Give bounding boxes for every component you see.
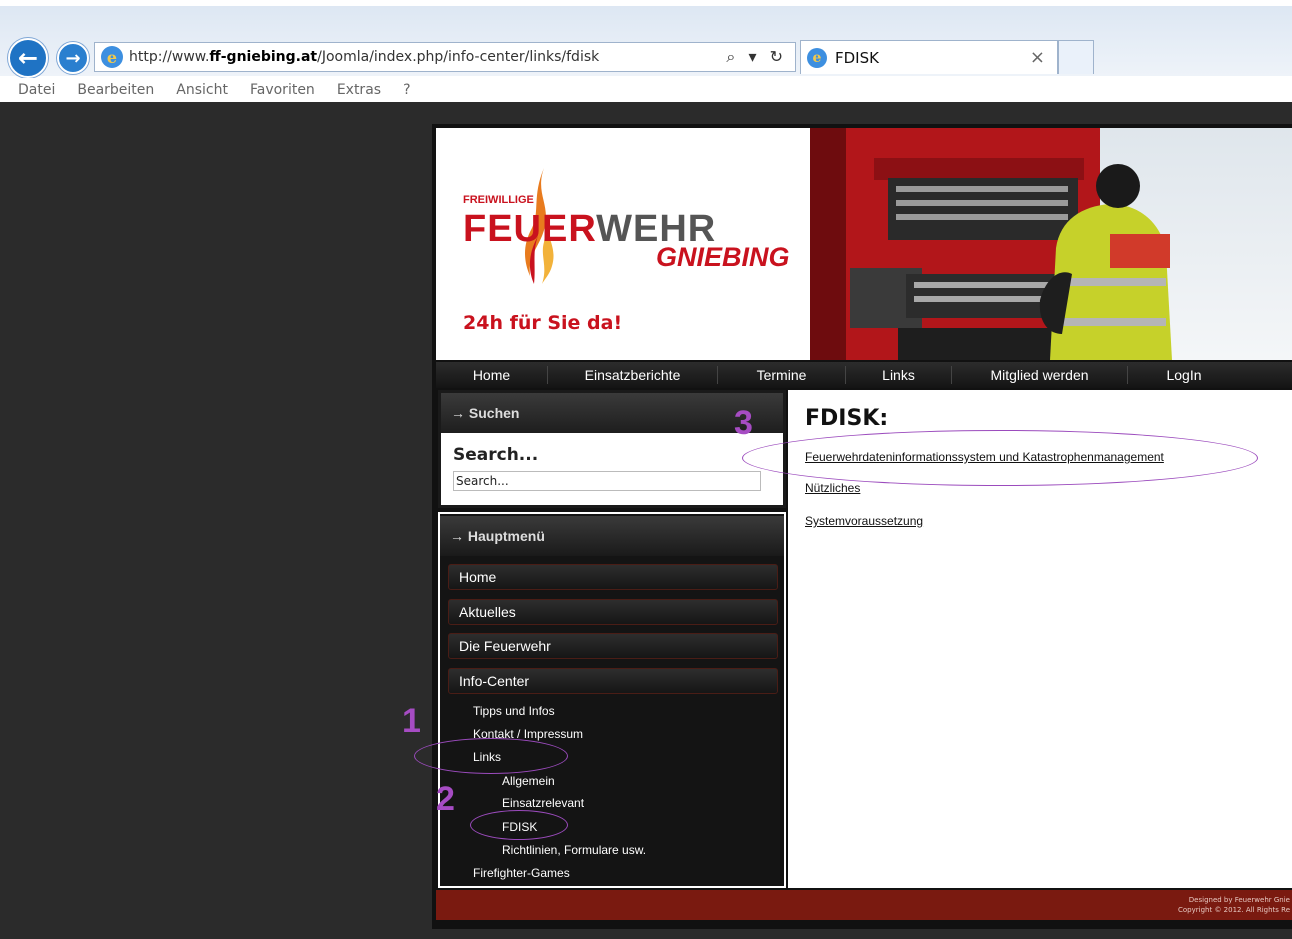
- link-systemvoraussetzung[interactable]: Systemvoraussetzung: [805, 514, 923, 528]
- url-text[interactable]: http://www.ff-gniebing.at/Joomla/index.p…: [129, 49, 599, 65]
- page-title: FDISK:: [805, 406, 889, 431]
- search-input[interactable]: [453, 471, 761, 491]
- banner-photo: [810, 128, 1292, 360]
- submenu-firefighter-games[interactable]: Firefighter-Games: [473, 866, 570, 880]
- tab-title: FDISK: [835, 48, 879, 67]
- menu-help[interactable]: ?: [403, 82, 410, 98]
- logo-title-red: FEUER: [463, 208, 597, 250]
- search-label: Search...: [453, 445, 539, 465]
- nav-home[interactable]: Home: [436, 366, 548, 384]
- search-refresh-icon[interactable]: ⌕ ▾ ↻: [726, 47, 787, 67]
- footer-designed-by: Designed by Feuerwehr Gnie: [1188, 896, 1290, 904]
- nav-termine[interactable]: Termine: [718, 366, 846, 384]
- footer-copyright: Copyright © 2012. All Rights Re: [1178, 906, 1290, 914]
- site-footer: Designed by Feuerwehr Gnie Copyright © 2…: [436, 890, 1292, 920]
- url-domain: ff-gniebing.at: [209, 49, 318, 65]
- menu-bar: Datei Bearbeiten Ansicht Favoriten Extra…: [0, 78, 1292, 102]
- menu-extras[interactable]: Extras: [337, 82, 381, 98]
- menu-item-info-center[interactable]: Info-Center: [448, 668, 778, 694]
- annotation-ellipse-fdisk: [470, 810, 568, 840]
- nav-links[interactable]: Links: [846, 366, 952, 384]
- tab-ie-icon: e: [807, 47, 827, 68]
- menu-bearbeiten[interactable]: Bearbeiten: [77, 82, 154, 98]
- link-nuetzliches[interactable]: Nützliches: [805, 481, 860, 495]
- back-button[interactable]: ←: [8, 38, 48, 78]
- annotation-number-3: 3: [734, 404, 753, 442]
- annotation-ellipse-links: [414, 738, 568, 774]
- annotation-number-1: 1: [402, 702, 421, 740]
- menu-item-home[interactable]: Home: [448, 564, 778, 590]
- new-tab-button[interactable]: [1058, 40, 1094, 74]
- back-arrow-icon: ←: [17, 44, 39, 72]
- browser-tab[interactable]: e FDISK ×: [800, 40, 1058, 74]
- logo-subtitle: GNIEBING: [656, 242, 790, 272]
- url-path: /Joomla/index.php/info-center/links/fdis…: [317, 49, 600, 65]
- browser-chrome: ← → e http://www.ff-gniebing.at/Joomla/i…: [0, 0, 1292, 102]
- url-prefix: http://www.: [129, 49, 210, 65]
- banner-tagline: 24h für Sie da!: [463, 312, 623, 334]
- annotation-ellipse-fdisk-link: [742, 430, 1258, 486]
- site-logo[interactable]: FREIWILLIGE FEUERWEHR GNIEBING 24h für S…: [436, 128, 810, 360]
- menu-ansicht[interactable]: Ansicht: [176, 82, 228, 98]
- site-banner: FREIWILLIGE FEUERWEHR GNIEBING 24h für S…: [436, 128, 1292, 360]
- search-module-heading: → Suchen: [441, 393, 783, 433]
- close-tab-icon[interactable]: ×: [1030, 47, 1045, 68]
- submenu-einsatzrelevant[interactable]: Einsatzrelevant: [502, 796, 584, 810]
- main-menu-heading: → Hauptmenü: [440, 516, 784, 556]
- forward-button[interactable]: →: [57, 42, 89, 74]
- ie-icon: e: [101, 46, 123, 68]
- annotation-number-2: 2: [436, 780, 455, 818]
- menu-favoriten[interactable]: Favoriten: [250, 82, 315, 98]
- submenu-tipps-und-infos[interactable]: Tipps und Infos: [473, 704, 555, 718]
- nav-login[interactable]: LogIn: [1128, 366, 1240, 384]
- main-navigation: Home Einsatzberichte Termine Links Mitgl…: [436, 362, 1292, 388]
- menu-datei[interactable]: Datei: [18, 82, 55, 98]
- nav-einsatzberichte[interactable]: Einsatzberichte: [548, 366, 718, 384]
- forward-arrow-icon: →: [65, 47, 81, 69]
- address-bar[interactable]: e http://www.ff-gniebing.at/Joomla/index…: [94, 42, 796, 72]
- logo-small-text: FREIWILLIGE: [463, 194, 534, 206]
- menu-item-aktuelles[interactable]: Aktuelles: [448, 599, 778, 625]
- menu-item-die-feuerwehr[interactable]: Die Feuerwehr: [448, 633, 778, 659]
- nav-mitglied-werden[interactable]: Mitglied werden: [952, 366, 1128, 384]
- submenu-richtlinien[interactable]: Richtlinien, Formulare usw.: [502, 843, 646, 857]
- submenu-allgemein[interactable]: Allgemein: [502, 774, 555, 788]
